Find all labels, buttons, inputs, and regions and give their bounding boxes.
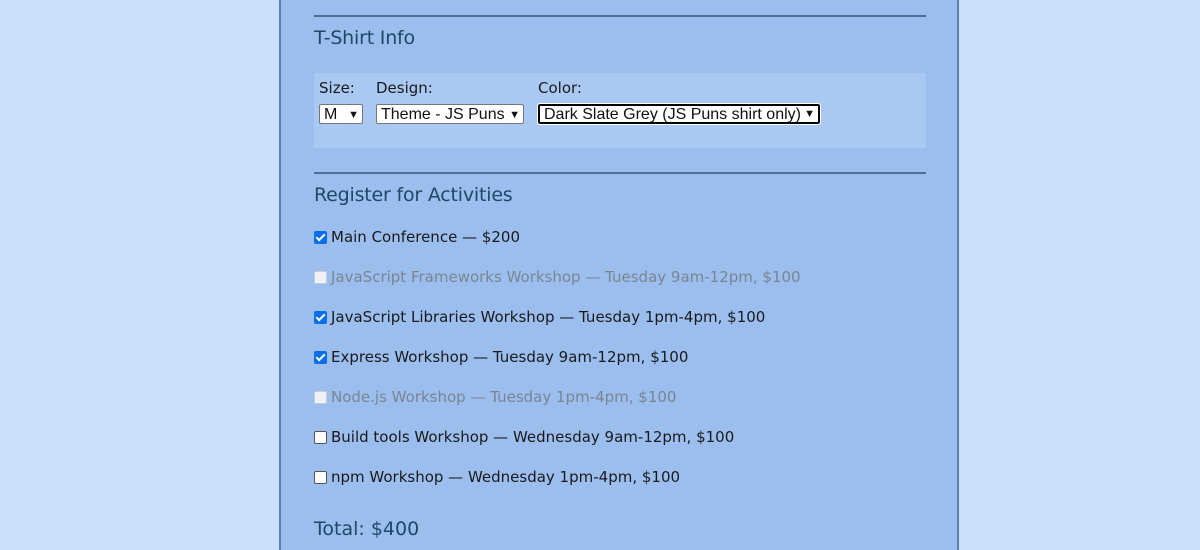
activity-checkbox [314, 391, 327, 404]
total-cost: Total: $400 [314, 518, 420, 540]
chevron-down-icon: ▼ [804, 108, 815, 120]
size-select[interactable]: M ▼ [319, 104, 363, 124]
color-select[interactable]: Dark Slate Grey (JS Puns shirt only) ▼ [537, 103, 821, 125]
design-select[interactable]: Theme - JS Puns ▼ [376, 104, 524, 124]
section-divider [314, 15, 926, 17]
activity-label: Express Workshop — Tuesday 9am-12pm, $10… [331, 348, 689, 366]
activity-checkbox[interactable] [314, 471, 327, 484]
color-select-value: Dark Slate Grey (JS Puns shirt only) [544, 106, 801, 123]
section-divider [314, 172, 926, 174]
design-select-value: Theme - JS Puns [381, 106, 505, 123]
size-label: Size: [319, 79, 355, 97]
activity-checkbox[interactable] [314, 431, 327, 444]
activity-checkbox[interactable] [314, 351, 327, 364]
activity-label: npm Workshop — Wednesday 1pm-4pm, $100 [331, 468, 681, 486]
activity-checkbox[interactable] [314, 231, 327, 244]
registration-form: T-Shirt Info Size: Design: Color: M ▼ Th… [279, 0, 959, 550]
activities-heading: Register for Activities [314, 184, 513, 206]
activity-label: JavaScript Libraries Workshop — Tuesday … [331, 308, 766, 326]
chevron-down-icon: ▼ [509, 109, 520, 121]
activity-checkbox[interactable] [314, 311, 327, 324]
activity-checkbox [314, 271, 327, 284]
activity-label: JavaScript Frameworks Workshop — Tuesday… [331, 268, 801, 286]
activity-label: Main Conference — $200 [331, 228, 521, 246]
tshirt-heading: T-Shirt Info [314, 27, 415, 49]
chevron-down-icon: ▼ [348, 109, 359, 121]
tshirt-panel: Size: Design: Color: M ▼ Theme - JS Puns… [314, 73, 926, 148]
activity-label: Node.js Workshop — Tuesday 1pm-4pm, $100 [331, 388, 677, 406]
size-select-value: M [324, 106, 338, 123]
activity-label: Build tools Workshop — Wednesday 9am-12p… [331, 428, 735, 446]
color-label: Color: [538, 79, 582, 97]
design-label: Design: [376, 79, 433, 97]
